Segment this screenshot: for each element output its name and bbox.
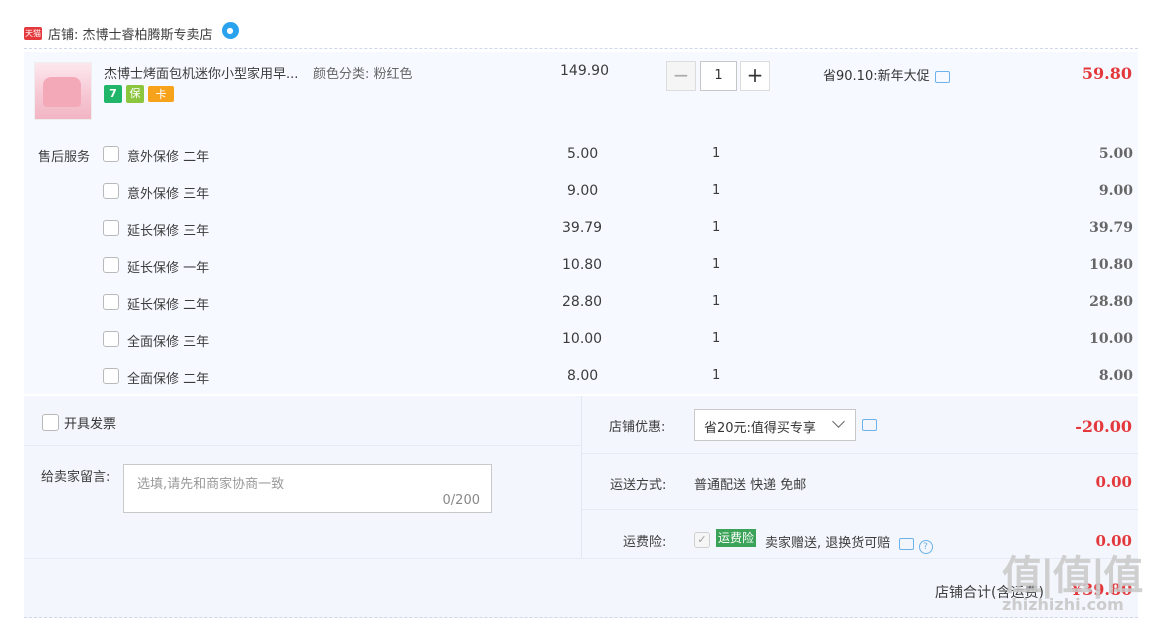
service-total: 10.80 — [1089, 257, 1133, 273]
divider — [24, 617, 1138, 618]
discount-amount: -20.00 — [1075, 417, 1132, 436]
service-row: 全面保修 二年 8.00 1 8.00 — [0, 366, 1150, 390]
divider — [582, 453, 1138, 454]
discount-label: 店铺优惠: — [609, 420, 666, 435]
shop-header: 天猫 店铺: 杰博士睿柏腾斯专卖店 ● — [24, 21, 239, 44]
shop-name-link[interactable]: 店铺: 杰博士睿柏腾斯专卖店 — [48, 24, 213, 43]
service-row: 意外保修 二年 5.00 1 5.00 — [0, 144, 1150, 168]
card-payment-icon[interactable]: 卡 — [148, 86, 174, 102]
product-unit-price: 149.90 — [560, 63, 609, 79]
insurance-description: 卖家赠送, 退换货可赔 ? — [765, 532, 933, 554]
discount-selected: 省20元:值得买专享 — [704, 421, 816, 436]
service-price: 9.00 — [567, 183, 599, 199]
service-price: 28.80 — [562, 294, 603, 310]
service-checkbox[interactable] — [103, 257, 119, 273]
service-name: 意外保修 二年 — [127, 150, 210, 165]
invoice-checkbox[interactable] — [42, 414, 59, 431]
quantity-stepper: − 1 + — [666, 61, 770, 91]
service-checkbox[interactable] — [103, 183, 119, 199]
help-icon[interactable]: ? — [918, 540, 933, 554]
service-row: 延长保修 三年 39.79 1 39.79 — [0, 218, 1150, 242]
guarantee-icon[interactable]: 保 — [126, 85, 144, 103]
divider — [24, 558, 1138, 559]
service-name: 延长保修 二年 — [127, 298, 210, 313]
invoice-option[interactable]: 开具发票 — [42, 413, 116, 432]
service-name: 延长保修 三年 — [127, 224, 210, 239]
watermark-url: zhizhizhi.com — [1002, 595, 1124, 614]
service-checkbox[interactable] — [103, 331, 119, 347]
insurance-tag: 运费险 — [716, 529, 757, 547]
promotion-text: 省90.10:新年大促 — [823, 69, 930, 84]
message-char-count: 0/200 — [442, 493, 480, 508]
service-price: 8.00 — [567, 368, 599, 384]
product-total: 59.80 — [1081, 64, 1132, 83]
service-qty: 1 — [712, 294, 721, 309]
divider — [582, 509, 1138, 510]
message-label: 给卖家留言: — [41, 470, 111, 485]
insurance-desc-text: 卖家赠送, 退换货可赔 — [765, 536, 891, 551]
service-total: 10.00 — [1089, 331, 1133, 347]
vertical-divider — [581, 396, 582, 558]
service-qty: 1 — [712, 257, 721, 272]
service-total: 5.00 — [1098, 146, 1133, 162]
service-row: 延长保修 一年 10.80 1 10.80 — [0, 255, 1150, 279]
service-row: 延长保修 二年 28.80 1 28.80 — [0, 292, 1150, 316]
service-total: 28.80 — [1089, 294, 1133, 310]
comment-icon[interactable] — [862, 419, 877, 431]
service-price: 10.80 — [562, 257, 603, 273]
service-total: 9.00 — [1098, 183, 1133, 199]
service-checkbox[interactable] — [103, 220, 119, 236]
service-checkbox[interactable] — [103, 294, 119, 310]
divider — [24, 48, 1138, 49]
service-name: 全面保修 三年 — [127, 335, 210, 350]
promotion-info: 省90.10:新年大促 — [823, 65, 950, 84]
product-attribute: 颜色分类: 粉红色 — [313, 67, 413, 82]
service-row: 意外保修 三年 9.00 1 9.00 — [0, 181, 1150, 205]
seven-day-return-icon[interactable]: 7 — [104, 85, 122, 103]
service-checkbox[interactable] — [103, 146, 119, 162]
increase-button[interactable]: + — [740, 61, 770, 91]
service-price: 5.00 — [567, 146, 599, 162]
insurance-label: 运费险: — [623, 535, 667, 550]
comment-icon[interactable] — [934, 71, 950, 83]
shipping-method: 普通配送 快递 免邮 — [694, 478, 807, 493]
service-checkbox[interactable] — [103, 368, 119, 384]
shop-chat-icon[interactable]: ● — [221, 21, 239, 39]
divider — [24, 445, 581, 446]
insurance-checkbox: ✓ — [694, 532, 710, 548]
product-image[interactable] — [34, 62, 92, 120]
discount-select[interactable]: 省20元:值得买专享 — [694, 409, 856, 441]
tmall-badge: 天猫 — [24, 26, 42, 40]
quantity-input[interactable]: 1 — [700, 61, 737, 91]
service-row: 全面保修 三年 10.00 1 10.00 — [0, 329, 1150, 353]
watermark-logo: 值|值|值 — [1002, 553, 1143, 599]
service-total: 8.00 — [1098, 368, 1133, 384]
service-qty: 1 — [712, 220, 721, 235]
service-name: 意外保修 三年 — [127, 187, 210, 202]
decrease-button[interactable]: − — [666, 61, 696, 91]
shipping-label: 运送方式: — [610, 478, 667, 493]
service-qty: 1 — [712, 183, 721, 198]
service-qty: 1 — [712, 368, 721, 383]
service-price: 10.00 — [562, 331, 603, 347]
seller-message-input[interactable]: 选填,请先和商家协商一致 0/200 — [123, 464, 492, 513]
service-price: 39.79 — [562, 220, 603, 236]
service-name: 延长保修 一年 — [127, 261, 210, 276]
product-title-link[interactable]: 杰博士烤面包机迷你小型家用早... — [104, 63, 309, 82]
product-badges: 7 保 卡 — [104, 85, 174, 103]
shipping-amount: 0.00 — [1095, 473, 1132, 491]
comment-icon[interactable] — [899, 538, 915, 550]
chevron-down-icon — [832, 415, 845, 428]
message-placeholder: 选填,请先和商家协商一致 — [137, 477, 285, 492]
service-qty: 1 — [712, 331, 721, 346]
service-name: 全面保修 二年 — [127, 372, 210, 387]
service-qty: 1 — [712, 146, 721, 161]
invoice-label: 开具发票 — [64, 417, 117, 432]
comment-icon-wrap — [862, 417, 877, 432]
service-total: 39.79 — [1089, 220, 1133, 236]
